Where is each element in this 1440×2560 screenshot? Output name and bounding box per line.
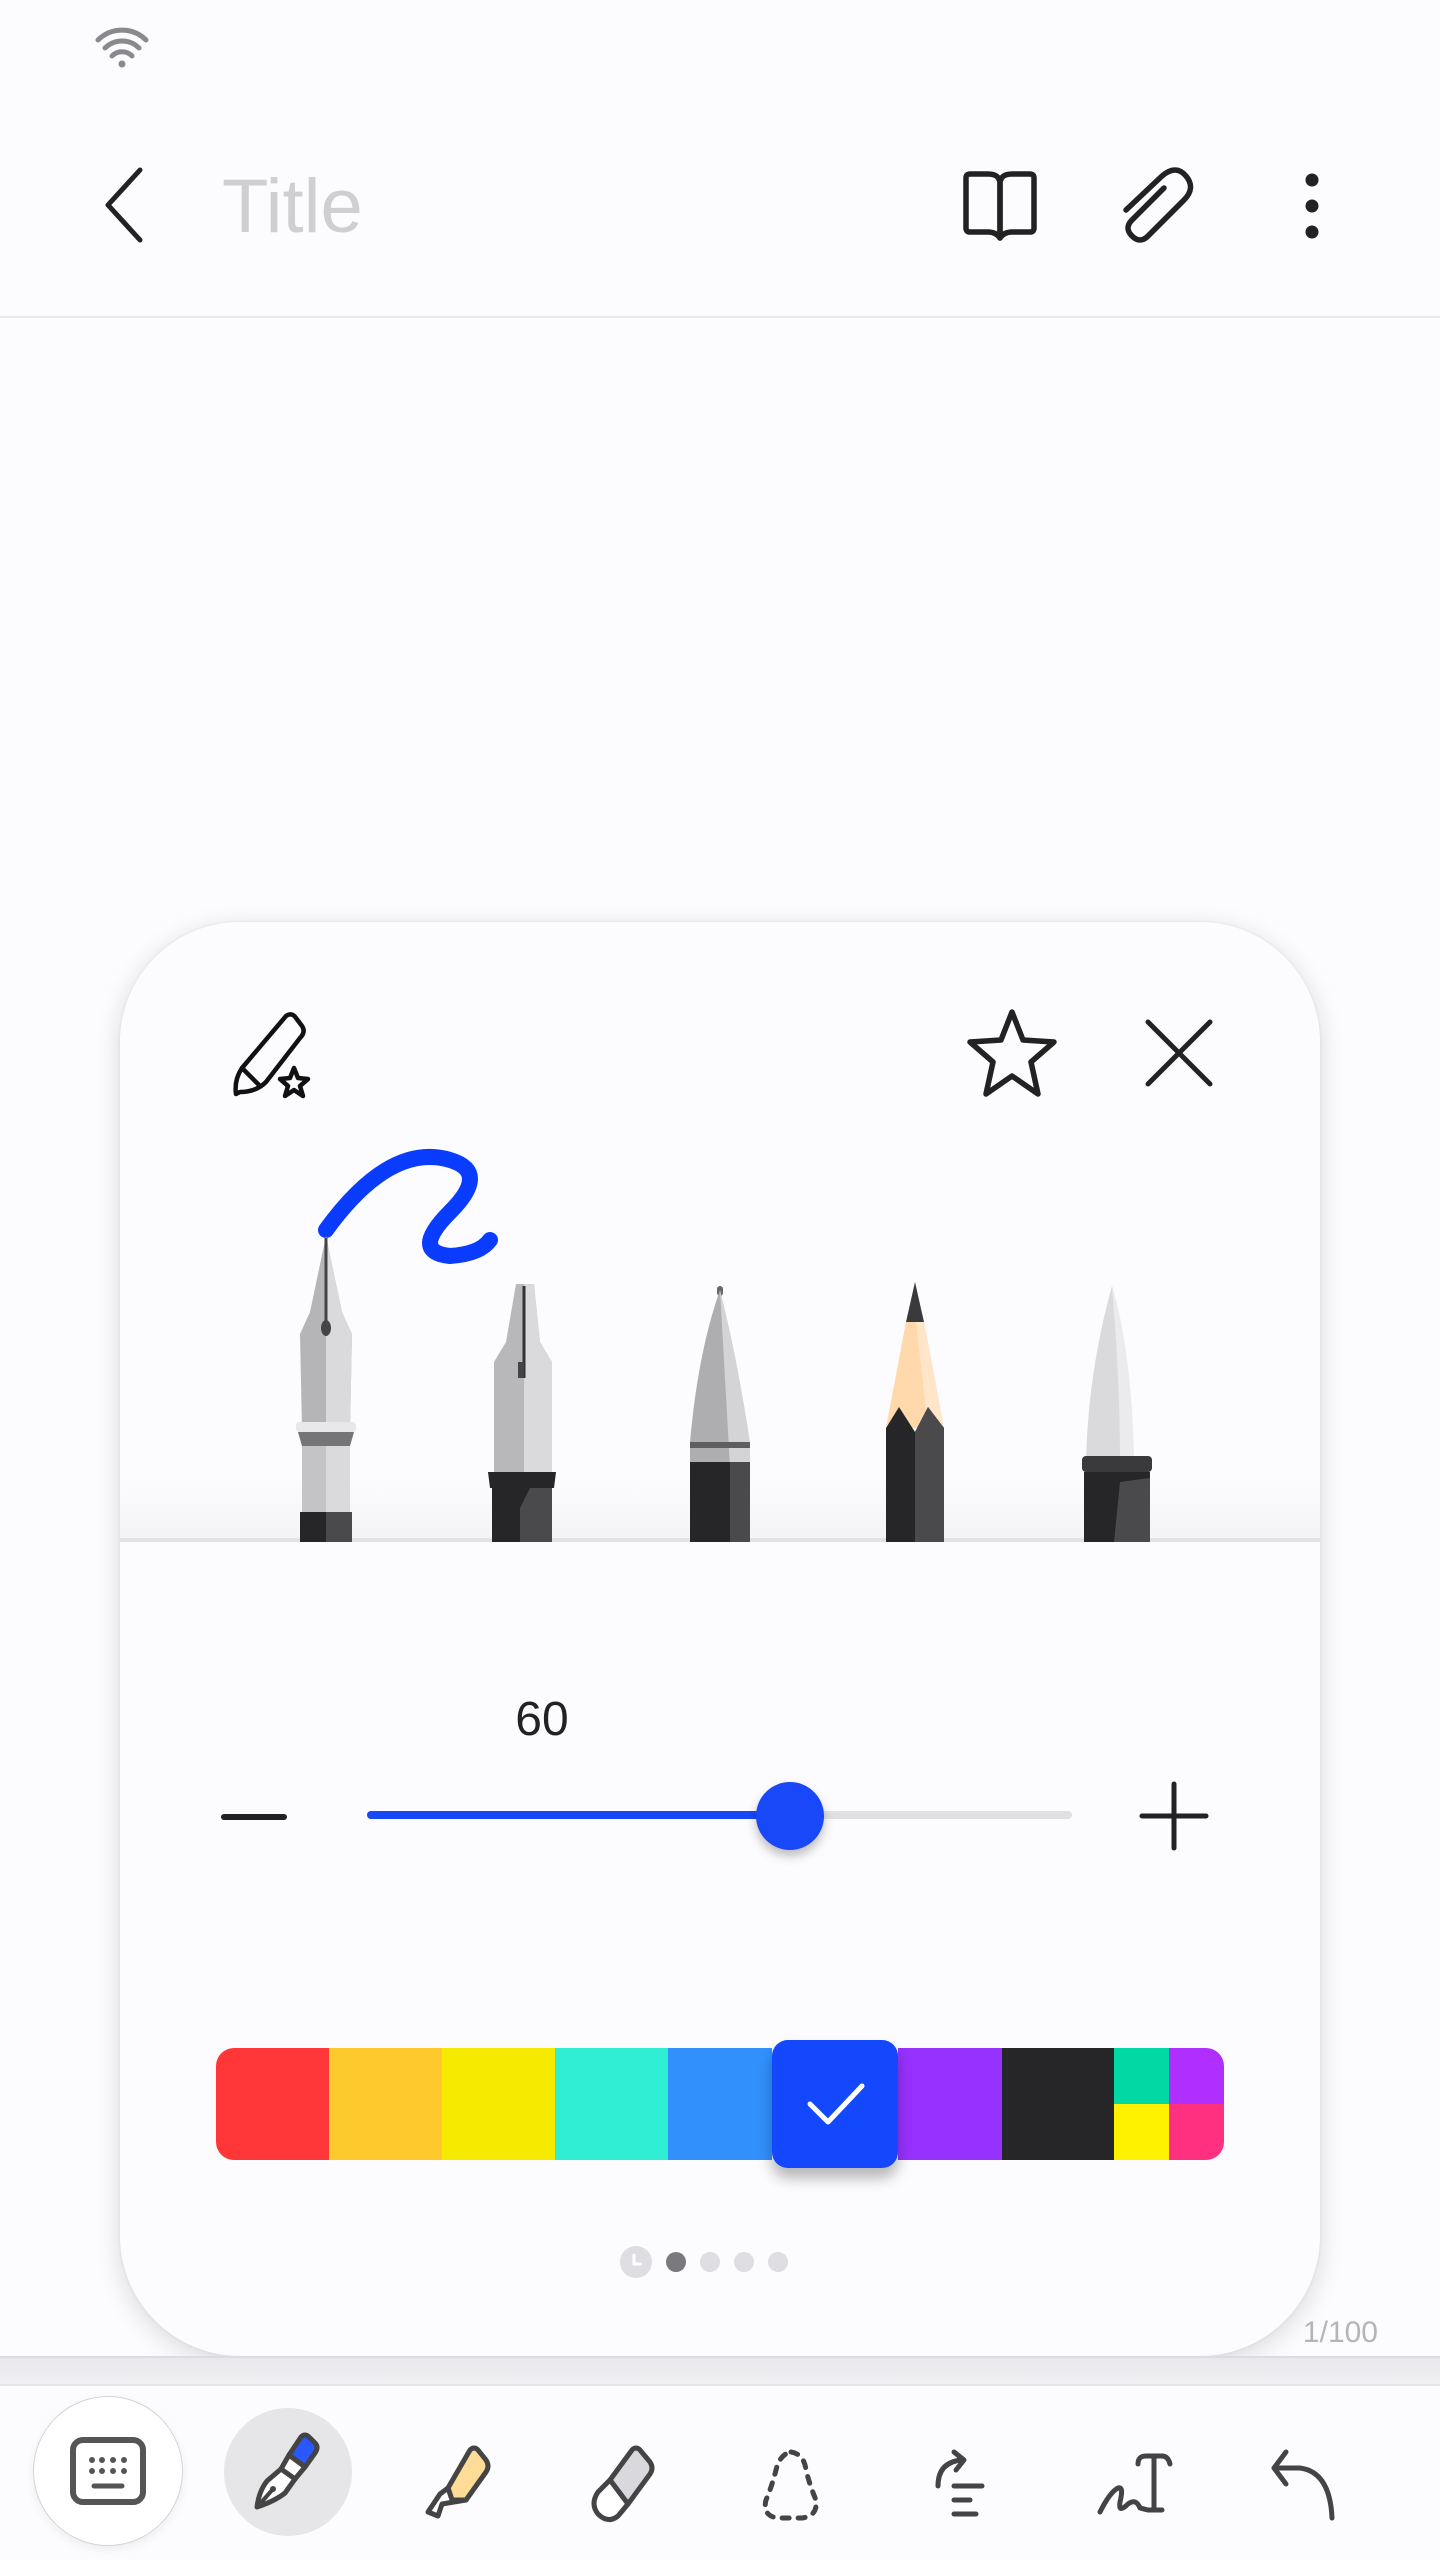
convert-text-icon — [935, 2449, 985, 2517]
check-icon — [807, 2083, 865, 2125]
color-swatch[interactable] — [772, 2040, 898, 2168]
clock-icon — [632, 2254, 642, 2266]
handwriting-text-icon — [1097, 2453, 1173, 2515]
custom-color-picker[interactable] — [1114, 2048, 1224, 2160]
page-dot[interactable] — [768, 2252, 788, 2272]
tool-highlighter[interactable] — [380, 2410, 530, 2560]
lasso-select-icon — [762, 2449, 819, 2521]
palette-page-indicator — [620, 2242, 788, 2282]
note-title-input[interactable]: Title — [222, 162, 363, 252]
pen-ballpoint[interactable] — [690, 1286, 750, 1542]
page-count: 1/100 — [1302, 2316, 1378, 2349]
page-dot[interactable] — [666, 2252, 686, 2272]
color-swatch[interactable] — [442, 2048, 555, 2160]
reading-mode-button[interactable] — [958, 164, 1042, 248]
wifi-icon — [95, 27, 149, 68]
pen-size-slider[interactable] — [367, 1782, 1072, 1850]
slider-fill — [367, 1811, 790, 1819]
color-swatch[interactable] — [1002, 2048, 1114, 2160]
color-picker-quadrant — [1114, 2104, 1169, 2160]
page-dot[interactable] — [734, 2252, 754, 2272]
tool-lasso-select[interactable] — [716, 2410, 866, 2560]
paperclip-icon — [1123, 167, 1194, 243]
tool-convert-to-text[interactable] — [888, 2410, 1038, 2560]
color-palette — [216, 2040, 1224, 2168]
color-swatch[interactable] — [898, 2048, 1002, 2160]
color-swatch[interactable] — [329, 2048, 442, 2160]
book-icon — [963, 171, 1037, 241]
pen-star-icon — [233, 1012, 311, 1099]
pen-settings-panel: 60 — [120, 922, 1320, 2356]
recent-colors-page[interactable] — [620, 2246, 652, 2278]
slider-thumb[interactable] — [756, 1782, 824, 1850]
favorite-pens-button[interactable] — [220, 1006, 330, 1116]
tool-undo[interactable] — [1230, 2410, 1380, 2560]
color-picker-quadrant — [1169, 2048, 1224, 2104]
add-to-favorites-button[interactable] — [962, 1004, 1062, 1104]
undo-icon — [1271, 2449, 1335, 2521]
toolbar-separator — [0, 2356, 1440, 2386]
more-options-button[interactable] — [1270, 164, 1354, 248]
star-icon — [967, 1009, 1057, 1097]
pen-fountain[interactable] — [296, 1236, 356, 1542]
attach-button[interactable] — [1114, 164, 1198, 248]
plus-icon — [1139, 1781, 1209, 1851]
increase-size-button[interactable] — [1134, 1776, 1214, 1856]
stroke-preview — [318, 1148, 498, 1264]
keyboard-icon — [70, 2437, 146, 2505]
chevron-left-icon — [105, 167, 143, 243]
highlighter-icon — [425, 2445, 491, 2519]
status-bar — [0, 0, 1440, 100]
more-vertical-icon — [1305, 173, 1319, 239]
tool-handwriting-to-text[interactable] — [1060, 2410, 1210, 2560]
pen-type-selector — [296, 1148, 1152, 1542]
color-swatch[interactable] — [668, 2048, 772, 2160]
color-swatch[interactable] — [555, 2048, 668, 2160]
pen-pencil[interactable] — [886, 1282, 944, 1542]
page-dot[interactable] — [700, 2252, 720, 2272]
close-panel-button[interactable] — [1132, 1006, 1226, 1100]
tool-keyboard[interactable] — [33, 2396, 183, 2546]
close-icon — [1145, 1019, 1213, 1087]
pen-size-control — [120, 1762, 1320, 1872]
back-button[interactable] — [92, 160, 156, 250]
color-picker-quadrant — [1169, 2104, 1224, 2160]
decrease-size-button[interactable] — [214, 1782, 294, 1852]
eraser-icon — [591, 2445, 655, 2522]
color-swatch[interactable] — [216, 2048, 329, 2160]
color-picker-quadrant — [1114, 2048, 1169, 2104]
pen-brush[interactable] — [1082, 1286, 1152, 1542]
bottom-toolbar — [0, 2386, 1440, 2560]
pen-calligraphy[interactable] — [488, 1284, 556, 1542]
tool-pen[interactable] — [224, 2408, 352, 2536]
pen-size-value: 60 — [515, 1693, 569, 1746]
pen-icon — [254, 2432, 320, 2510]
tool-eraser[interactable] — [546, 2410, 696, 2560]
app-bar: Title — [0, 100, 1440, 318]
